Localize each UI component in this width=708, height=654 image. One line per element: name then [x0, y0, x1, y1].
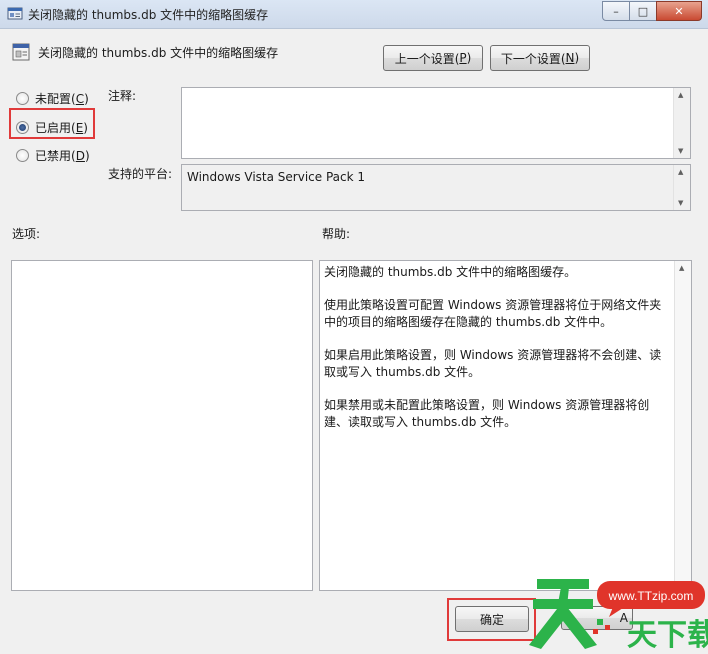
radio-enabled[interactable]: 已启用(E): [16, 119, 88, 136]
comment-textarea[interactable]: ▲ ▼: [181, 87, 691, 159]
help-panel[interactable]: 关闭隐藏的 thumbs.db 文件中的缩略图缓存。 使用此策略设置可配置 Wi…: [319, 260, 692, 591]
title-bar[interactable]: 关闭隐藏的 thumbs.db 文件中的缩略图缓存 – □ ✕: [0, 0, 708, 29]
scroll-down-icon[interactable]: ▼: [678, 147, 683, 155]
platform-scrollbar[interactable]: ▲ ▼: [673, 165, 690, 210]
help-text: 关闭隐藏的 thumbs.db 文件中的缩略图缓存。 使用此策略设置可配置 Wi…: [324, 264, 671, 447]
radio-disabled-indicator[interactable]: [16, 149, 29, 162]
help-paragraph: 使用此策略设置可配置 Windows 资源管理器将位于网络文件夹中的项目的缩略图…: [324, 298, 662, 329]
scroll-up-icon[interactable]: ▲: [679, 264, 684, 272]
platform-label: 支持的平台:: [108, 167, 173, 181]
close-button[interactable]: ✕: [656, 1, 702, 21]
minimize-button[interactable]: –: [602, 1, 630, 21]
close-icon: ✕: [674, 4, 684, 18]
policy-window-icon: [7, 7, 23, 20]
window-controls: – □ ✕: [602, 1, 702, 21]
window-title: 关闭隐藏的 thumbs.db 文件中的缩略图缓存: [28, 8, 269, 22]
policy-setting-icon: [12, 43, 30, 61]
maximize-icon: □: [637, 4, 649, 18]
previous-setting-button[interactable]: 上一个设置(P): [383, 45, 483, 71]
help-label: 帮助:: [322, 227, 351, 241]
radio-not-configured-indicator[interactable]: [16, 92, 29, 105]
radio-enabled-indicator[interactable]: [16, 121, 29, 134]
comment-scrollbar[interactable]: ▲ ▼: [673, 88, 690, 158]
watermark-brand: 天下载: [627, 618, 708, 651]
radio-disabled[interactable]: 已禁用(D): [16, 147, 90, 164]
watermark-logo: www.TTzip.com 天下载: [529, 579, 708, 653]
options-panel[interactable]: [11, 260, 313, 591]
scroll-up-icon[interactable]: ▲: [678, 168, 683, 176]
help-paragraph: 如果禁用或未配置此策略设置，则 Windows 资源管理器将创建、读取或写入 t…: [324, 398, 650, 429]
maximize-button[interactable]: □: [629, 1, 657, 21]
scroll-up-icon[interactable]: ▲: [678, 91, 683, 99]
platform-field: Windows Vista Service Pack 1 ▲ ▼: [181, 164, 691, 211]
platform-value: Windows Vista Service Pack 1: [187, 170, 365, 184]
policy-editor-window: 关闭隐藏的 thumbs.db 文件中的缩略图缓存 – □ ✕ 关闭隐藏的 th…: [0, 0, 708, 653]
help-scrollbar[interactable]: ▲: [674, 261, 691, 590]
watermark-url: www.TTzip.com: [608, 589, 694, 603]
minimize-icon: –: [613, 4, 619, 18]
watermark: www.TTzip.com 天下载: [527, 573, 708, 653]
next-setting-button[interactable]: 下一个设置(N): [490, 45, 590, 71]
help-paragraph: 如果启用此策略设置，则 Windows 资源管理器将不会创建、读取或写入 thu…: [324, 348, 662, 379]
ok-button[interactable]: 确定: [455, 606, 529, 632]
comment-label: 注释:: [108, 89, 137, 103]
scroll-down-icon[interactable]: ▼: [678, 199, 683, 207]
radio-not-configured[interactable]: 未配置(C): [16, 90, 89, 107]
options-label: 选项:: [12, 227, 41, 241]
policy-name: 关闭隐藏的 thumbs.db 文件中的缩略图缓存: [38, 46, 279, 60]
help-paragraph: 关闭隐藏的 thumbs.db 文件中的缩略图缓存。: [324, 265, 577, 279]
